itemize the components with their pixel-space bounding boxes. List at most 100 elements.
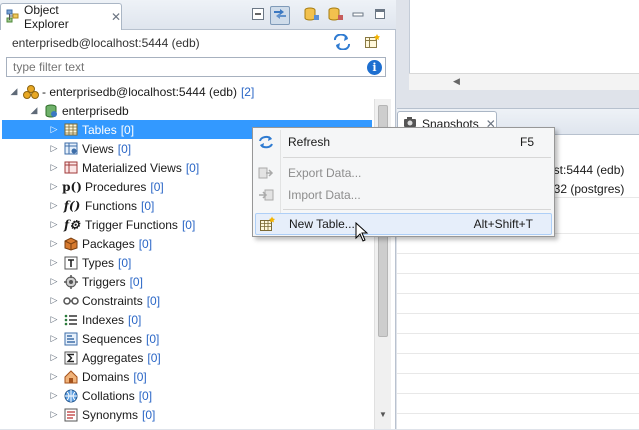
- collapsed-arrow-icon[interactable]: ▷: [48, 200, 60, 211]
- collapsed-arrow-icon[interactable]: ▷: [48, 143, 60, 154]
- collapsed-arrow-icon[interactable]: ▷: [48, 371, 60, 382]
- database-settings-icon: [328, 6, 344, 25]
- refresh-icon: [255, 131, 277, 153]
- table-icon: [62, 122, 79, 138]
- maximize-button[interactable]: [370, 6, 390, 25]
- menu-item-label: New Table...: [289, 217, 355, 231]
- tree-row-trigger-functions[interactable]: ▷ f⚙ Trigger Functions [0]: [48, 215, 196, 234]
- tree-row-functions[interactable]: ▷ f() Functions [0]: [48, 196, 155, 215]
- new-object-icon[interactable]: [364, 33, 381, 53]
- tree-item-count: [0]: [118, 255, 132, 270]
- tree-row-collations[interactable]: ▷ Collations [0]: [48, 386, 153, 405]
- expanded-arrow-icon[interactable]: ◢: [28, 105, 40, 116]
- domain-icon: [62, 369, 79, 385]
- scroll-left-icon[interactable]: ◀: [453, 76, 460, 87]
- filter-field[interactable]: i: [6, 57, 386, 77]
- collapsed-arrow-icon[interactable]: ▷: [48, 276, 60, 287]
- menu-item-new-table[interactable]: New Table... Alt+Shift+T: [255, 213, 552, 235]
- tree-row-views[interactable]: ▷ Views [0]: [48, 139, 132, 158]
- trigger-function-icon: f⚙: [64, 217, 80, 232]
- trigger-icon: [62, 274, 79, 290]
- collapsed-arrow-icon[interactable]: ▷: [48, 333, 60, 344]
- tree-row-domains[interactable]: ▷ Domains [0]: [48, 367, 147, 386]
- menu-item-shortcut: F5: [519, 135, 534, 149]
- collapse-all-button[interactable]: [248, 6, 268, 25]
- collapsed-arrow-icon[interactable]: ▷: [48, 181, 60, 192]
- collapsed-arrow-icon[interactable]: ▷: [48, 314, 60, 325]
- link-with-editor-button[interactable]: [270, 6, 290, 25]
- database-icon: [42, 103, 59, 119]
- refresh-connection-icon[interactable]: [333, 33, 351, 53]
- tree-row-sequences[interactable]: ▷ Sequences [0]: [48, 329, 160, 348]
- aggregate-icon: [62, 350, 79, 366]
- function-icon: f(): [63, 198, 81, 213]
- tree-row-indexes[interactable]: ▷ Indexes [0]: [48, 310, 142, 329]
- synonym-icon: [62, 407, 79, 423]
- collapsed-arrow-icon[interactable]: ▷: [48, 390, 60, 401]
- tree-row-database[interactable]: ◢ enterprisedb: [28, 101, 129, 120]
- connection-label: enterprisedb@localhost:5444 (edb): [12, 36, 200, 50]
- collapsed-arrow-icon[interactable]: ▷: [48, 295, 60, 306]
- info-icon[interactable]: i: [367, 60, 382, 75]
- tree-item-count: [0]: [146, 331, 160, 346]
- menu-item-import-data[interactable]: Import Data...: [255, 184, 552, 206]
- tree-row-triggers[interactable]: ▷ Triggers [0]: [48, 272, 143, 291]
- view-icon: [62, 141, 79, 157]
- server-icon: [22, 84, 39, 100]
- close-icon[interactable]: ✕: [111, 10, 121, 24]
- tab-label: Object Explorer: [24, 3, 69, 31]
- export-icon: [255, 162, 277, 184]
- tree-item-label: Synonyms: [82, 407, 139, 422]
- menu-item-refresh[interactable]: Refresh F5: [255, 131, 552, 153]
- tree-item-label: Indexes: [82, 312, 125, 327]
- collapsed-arrow-icon[interactable]: ▷: [48, 162, 60, 173]
- new-table-icon: [256, 213, 278, 235]
- snapshot-row[interactable]: ost:5444 (edb): [547, 163, 624, 177]
- import-icon: [255, 184, 277, 206]
- menu-item-label: Import Data...: [288, 188, 361, 202]
- menu-separator: [283, 209, 551, 210]
- tree-item-label: Triggers: [82, 274, 126, 289]
- tree-row-constraints[interactable]: ▷ Constraints [0]: [48, 291, 161, 310]
- collapsed-arrow-icon[interactable]: ▷: [48, 124, 60, 135]
- tree-item-label: Domains: [82, 369, 130, 384]
- snapshot-row[interactable]: 432 (postgres): [547, 182, 624, 196]
- tree-row-procedures[interactable]: ▷ p() Procedures [0]: [48, 177, 164, 196]
- collapsed-arrow-icon[interactable]: ▷: [48, 238, 60, 249]
- disconnect-server-button[interactable]: [326, 6, 346, 25]
- row-divider: [397, 333, 639, 334]
- tree-row-materialized-views[interactable]: ▷ Materialized Views [0]: [48, 158, 200, 177]
- collapsed-arrow-icon[interactable]: ▷: [48, 352, 60, 363]
- tree-row-tables[interactable]: ▷ Tables [0]: [48, 120, 135, 139]
- row-divider: [397, 293, 639, 294]
- filter-input[interactable]: [11, 59, 361, 75]
- tree-item-count: [0]: [117, 141, 132, 156]
- index-icon: [62, 312, 79, 328]
- package-icon: [62, 236, 79, 252]
- minimize-button[interactable]: [348, 6, 368, 25]
- scroll-down-icon[interactable]: ▼: [375, 410, 391, 419]
- collapsed-arrow-icon[interactable]: ▷: [48, 257, 60, 268]
- tree-item-count: [0]: [129, 274, 143, 289]
- tree-row-server[interactable]: ◢ - enterprisedb@localhost:5444 (edb) [2…: [8, 82, 254, 101]
- mouse-cursor-icon: [355, 221, 369, 245]
- connect-server-button[interactable]: [302, 6, 322, 25]
- tree-item-count: [0]: [150, 179, 164, 194]
- editor-canvas: [409, 0, 639, 73]
- expanded-arrow-icon[interactable]: ◢: [8, 86, 20, 97]
- row-divider: [397, 393, 639, 394]
- tree-row-aggregates[interactable]: ▷ Aggregates [0]: [48, 348, 161, 367]
- tree-row-synonyms[interactable]: ▷ Synonyms [0]: [48, 405, 156, 424]
- collapse-all-icon: [251, 7, 265, 24]
- menu-item-export-data[interactable]: Export Data...: [255, 162, 552, 184]
- collapsed-arrow-icon[interactable]: ▷: [48, 219, 60, 230]
- editor-horizontal-scrollbar[interactable]: ◀: [409, 73, 639, 90]
- tab-object-explorer[interactable]: Object Explorer ✕: [0, 3, 122, 31]
- tree-row-packages[interactable]: ▷ Packages [0]: [48, 234, 153, 253]
- connection-bar: enterprisedb@localhost:5444 (edb): [0, 30, 396, 56]
- row-divider: [397, 373, 639, 374]
- tree-row-types[interactable]: ▷ Types [0]: [48, 253, 132, 272]
- collapsed-arrow-icon[interactable]: ▷: [48, 409, 60, 420]
- tree-item-count: [0]: [120, 122, 135, 137]
- tree-item-count: [0]: [133, 369, 147, 384]
